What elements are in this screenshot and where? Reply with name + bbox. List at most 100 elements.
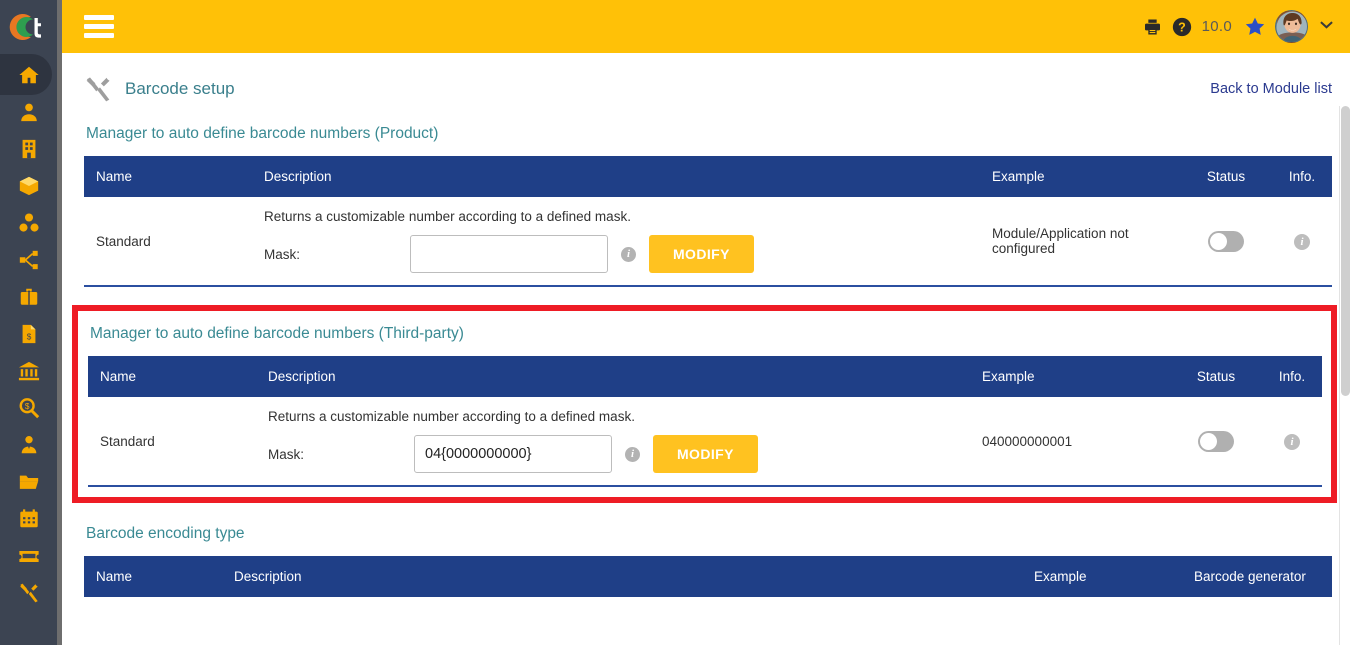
mask-row: Mask: i MODIFY — [268, 435, 970, 473]
sidebar-item-commercial[interactable] — [0, 278, 57, 315]
tools-icon — [19, 583, 38, 602]
svg-text:?: ? — [1178, 20, 1186, 34]
status-toggle[interactable] — [1198, 430, 1234, 452]
table-row: Standard Returns a customizable number a… — [88, 397, 1322, 487]
mask-input[interactable] — [414, 435, 612, 473]
network-icon — [19, 250, 38, 269]
cell-info: i — [1272, 197, 1332, 287]
column-header-example: Example — [980, 156, 1180, 197]
column-header-example: Example — [1022, 556, 1182, 597]
help-circle-icon[interactable]: ? — [1172, 17, 1192, 37]
sidebar-item-documents[interactable] — [0, 463, 57, 500]
section-title: Manager to auto define barcode numbers (… — [86, 125, 439, 142]
section-title: Barcode encoding type — [86, 525, 245, 542]
chevron-down-icon[interactable] — [1319, 18, 1334, 36]
barcode-encoding-table: Name Description Example Barcode generat… — [84, 556, 1332, 597]
table-row: Standard Returns a customizable number a… — [84, 197, 1332, 287]
description-text: Returns a customizable number according … — [268, 409, 635, 424]
sidebar-item-setup[interactable] — [0, 574, 57, 611]
table-header-row: Name Description Example Status Info. — [88, 356, 1322, 397]
version-label: 10.0 — [1201, 18, 1232, 35]
info-icon[interactable]: i — [1284, 433, 1300, 450]
column-header-description: Description — [252, 156, 980, 197]
modify-button[interactable]: MODIFY — [653, 435, 758, 473]
page-scrollbar[interactable] — [1339, 106, 1350, 645]
app-logo[interactable] — [0, 0, 57, 53]
building-icon — [22, 139, 35, 158]
section-third-party-highlight: Manager to auto define barcode numbers (… — [72, 305, 1337, 503]
sidebar-item-hrm[interactable] — [0, 426, 57, 463]
mask-input[interactable] — [410, 235, 608, 273]
top-bar: ? 10.0 — [62, 0, 1350, 53]
page-title: Barcode setup — [125, 79, 235, 98]
scrollbar-thumb[interactable] — [1341, 106, 1350, 396]
barcode-table-third-party: Name Description Example Status Info. St… — [88, 356, 1322, 487]
section-barcode-encoding-type: Barcode encoding type Name Description E… — [62, 503, 1350, 597]
svg-text:$: $ — [24, 401, 29, 410]
column-header-info: Info. — [1262, 356, 1322, 397]
cell-status — [1170, 397, 1262, 487]
status-toggle[interactable] — [1208, 230, 1244, 252]
column-header-name: Name — [88, 356, 256, 397]
sidebar-item-agenda[interactable] — [0, 500, 57, 537]
folder-icon — [19, 475, 38, 489]
column-header-status: Status — [1170, 356, 1262, 397]
cell-status — [1180, 197, 1272, 287]
column-header-description: Description — [256, 356, 970, 397]
page-header: Barcode setup Back to Module list — [62, 53, 1350, 103]
cell-name: Standard — [84, 197, 252, 287]
sidebar-item-home[interactable] — [0, 54, 57, 95]
section-title: Manager to auto define barcode numbers (… — [90, 325, 464, 342]
column-header-name: Name — [84, 156, 252, 197]
bank-icon — [18, 361, 39, 380]
sidebar-item-billing[interactable]: $ — [0, 315, 57, 352]
section-product: Manager to auto define barcode numbers (… — [62, 103, 1350, 287]
column-header-description: Description — [222, 556, 1022, 597]
column-header-example: Example — [970, 356, 1170, 397]
info-icon[interactable]: i — [1294, 233, 1310, 250]
stock-icon — [18, 212, 39, 232]
barcode-table-product: Name Description Example Status Info. St… — [84, 156, 1332, 287]
topbar-actions: ? 10.0 — [1142, 10, 1334, 43]
briefcase-icon — [20, 288, 37, 305]
sidebar-item-projects[interactable] — [0, 241, 57, 278]
table-header-row: Name Description Example Status Info. — [84, 156, 1332, 197]
cell-name: Standard — [88, 397, 256, 487]
sidebar-item-accounting[interactable]: $ — [0, 389, 57, 426]
column-header-barcode-generator: Barcode generator — [1182, 556, 1332, 597]
mask-label: Mask: — [268, 446, 305, 462]
star-icon[interactable] — [1244, 16, 1266, 37]
employee-icon — [21, 435, 36, 453]
sidebar: $ $ — [0, 0, 57, 645]
info-icon[interactable]: i — [625, 446, 640, 462]
hamburger-icon[interactable] — [84, 11, 114, 42]
mask-label: Mask: — [264, 246, 301, 262]
printer-icon[interactable] — [1142, 17, 1163, 37]
svg-text:$: $ — [26, 332, 31, 341]
table-header-row: Name Description Example Barcode generat… — [84, 556, 1332, 597]
user-icon — [20, 103, 37, 121]
app-root: $ $ ? 10.0 Barcode setup Back to Module … — [0, 0, 1350, 645]
cell-info: i — [1262, 397, 1322, 487]
home-icon — [18, 66, 39, 83]
logo-icon — [9, 13, 41, 40]
content-area: Barcode setup Back to Module list Manage… — [62, 53, 1350, 645]
sidebar-item-stock[interactable] — [0, 204, 57, 241]
box-icon — [19, 176, 38, 195]
sidebar-nav: $ $ — [0, 53, 57, 611]
cell-example: Module/Application not configured — [980, 197, 1180, 287]
wrench-screwdriver-icon — [86, 77, 110, 102]
sidebar-item-products[interactable] — [0, 167, 57, 204]
column-header-status: Status — [1180, 156, 1272, 197]
sidebar-item-third-parties[interactable] — [0, 130, 57, 167]
avatar[interactable] — [1275, 10, 1308, 43]
calendar-icon — [19, 508, 38, 527]
column-header-info: Info. — [1272, 156, 1332, 197]
cell-description: Returns a customizable number according … — [252, 197, 980, 287]
sidebar-item-bank[interactable] — [0, 352, 57, 389]
sidebar-item-tickets[interactable] — [0, 537, 57, 574]
sidebar-item-members[interactable] — [0, 93, 57, 130]
modify-button[interactable]: MODIFY — [649, 235, 754, 273]
back-to-module-list-link[interactable]: Back to Module list — [1210, 81, 1332, 97]
info-icon[interactable]: i — [621, 246, 636, 262]
